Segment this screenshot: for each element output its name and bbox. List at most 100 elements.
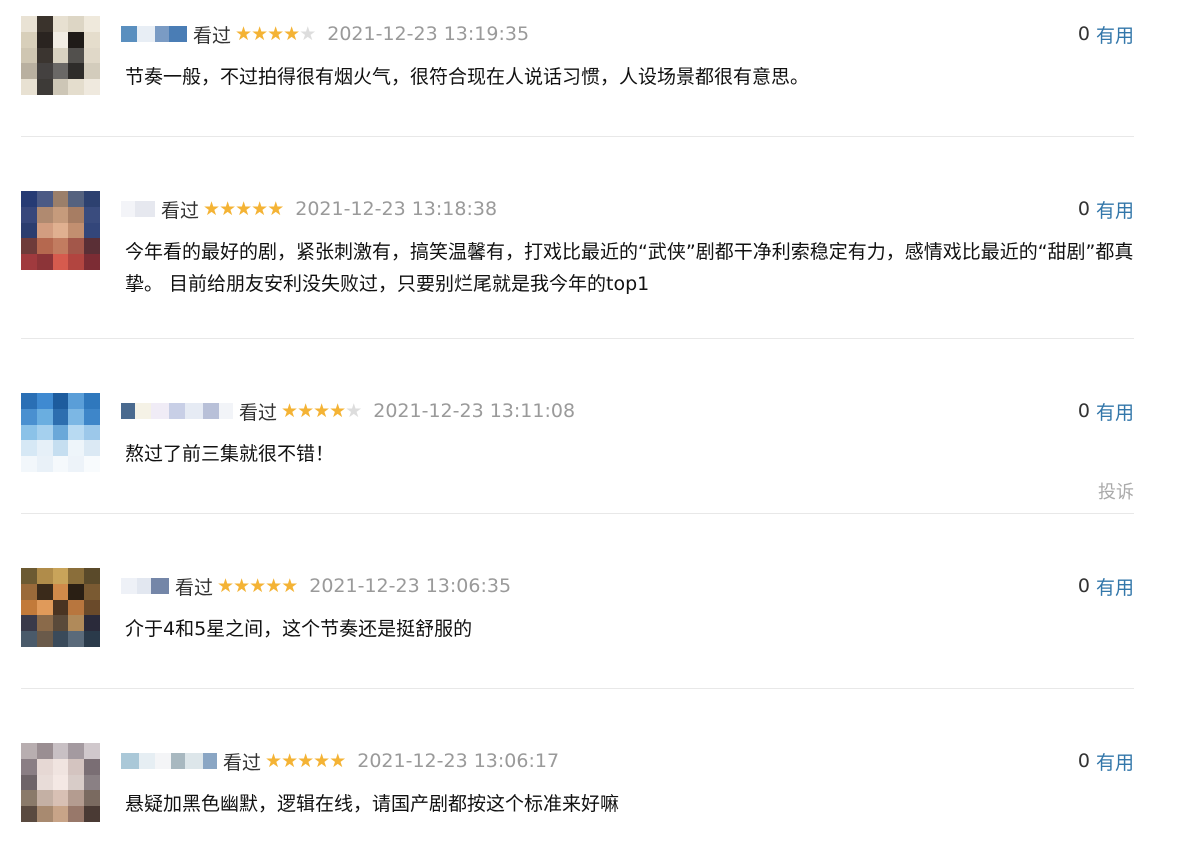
avatar-pixel xyxy=(21,790,37,807)
avatar-pixel xyxy=(21,743,37,759)
avatar-pixel xyxy=(36,615,53,632)
avatar-pixel xyxy=(84,47,100,64)
useful-button[interactable]: 有用 xyxy=(1096,196,1134,223)
comment-meta: 看过 ★ ★ ★ ★ ★ 2021-12-23 13:11:08 xyxy=(121,399,575,424)
avatar-pixel xyxy=(68,408,85,425)
star-icon: ★ xyxy=(249,574,266,597)
avatar-pixel xyxy=(36,774,53,791)
avatar-pixel xyxy=(84,222,100,239)
useful-button[interactable]: 有用 xyxy=(1096,21,1134,48)
avatar-pixel xyxy=(36,254,53,270)
star-icon: ★ xyxy=(281,399,298,422)
star-icon: ★ xyxy=(299,22,316,45)
username-blur-block xyxy=(137,26,155,42)
avatar-pixel xyxy=(21,615,37,632)
comment-time: 2021-12-23 13:06:17 xyxy=(357,750,560,772)
username-blur-block xyxy=(203,753,217,769)
avatar-pixel xyxy=(68,191,85,207)
watch-status: 看过 xyxy=(175,576,214,599)
avatar-pixel xyxy=(68,599,85,616)
avatar-pixel xyxy=(68,222,85,239)
avatar-pixel xyxy=(21,79,37,95)
comment-content: 介于4和5星之间，这个节奏还是挺舒服的 xyxy=(125,618,473,640)
avatar-pixel xyxy=(36,758,53,775)
avatar-pixel xyxy=(68,424,85,441)
vote-count: 0 xyxy=(1077,750,1090,772)
avatar-pixel xyxy=(21,254,37,270)
username-blur-block xyxy=(121,201,135,217)
avatar[interactable] xyxy=(21,16,100,95)
avatar-pixel xyxy=(84,63,100,80)
avatar-pixel xyxy=(36,238,53,255)
avatar-pixel xyxy=(36,568,53,584)
rating-stars: ★ ★ ★ ★ ★ xyxy=(217,574,298,597)
username-blur-block xyxy=(155,753,171,769)
avatar-pixel xyxy=(52,63,69,80)
avatar-pixel xyxy=(36,191,53,207)
username-blurred[interactable] xyxy=(121,753,217,769)
avatar[interactable] xyxy=(21,743,100,822)
comment-meta: 看过 ★ ★ ★ ★ ★ 2021-12-23 13:19:35 xyxy=(121,22,529,47)
comment-meta: 看过 ★ ★ ★ ★ ★ 2021-12-23 13:18:38 xyxy=(121,197,497,222)
username-blurred[interactable] xyxy=(121,403,233,419)
star-icon: ★ xyxy=(345,399,362,422)
avatar-pixel xyxy=(68,806,85,822)
avatar-pixel xyxy=(52,806,69,822)
rating-stars: ★ ★ ★ ★ ★ xyxy=(235,22,316,45)
avatar-pixel xyxy=(36,790,53,807)
avatar-pixel xyxy=(84,79,100,95)
vote-count: 0 xyxy=(1077,400,1090,422)
avatar-pixel xyxy=(52,254,69,270)
star-icon: ★ xyxy=(329,749,346,772)
avatar-pixel xyxy=(21,63,37,80)
avatar-pixel xyxy=(52,568,69,584)
watch-status: 看过 xyxy=(223,751,262,774)
star-icon: ★ xyxy=(217,574,234,597)
username-blur-block xyxy=(135,201,155,217)
report-button[interactable]: 投诉 xyxy=(1098,478,1134,504)
star-icon: ★ xyxy=(267,22,284,45)
divider xyxy=(21,688,1134,689)
avatar-pixel xyxy=(36,79,53,95)
username-blur-block xyxy=(185,753,203,769)
avatar-pixel xyxy=(68,206,85,223)
comment-meta: 看过 ★ ★ ★ ★ ★ 2021-12-23 13:06:35 xyxy=(121,574,511,599)
star-icon: ★ xyxy=(203,197,220,220)
username-blurred[interactable] xyxy=(121,26,187,42)
avatar-pixel xyxy=(84,16,100,32)
username-blur-block xyxy=(155,26,169,42)
avatar-pixel xyxy=(21,440,37,457)
avatar-pixel xyxy=(68,63,85,80)
avatar-pixel xyxy=(21,758,37,775)
watch-status: 看过 xyxy=(193,24,232,47)
avatar-pixel xyxy=(84,393,100,409)
vote-count: 0 xyxy=(1077,198,1090,220)
username-blurred[interactable] xyxy=(121,201,155,217)
avatar-pixel xyxy=(36,806,53,822)
avatar-pixel xyxy=(68,47,85,64)
avatar-pixel xyxy=(52,583,69,600)
watch-status: 看过 xyxy=(161,199,200,222)
star-icon: ★ xyxy=(251,197,268,220)
useful-button[interactable]: 有用 xyxy=(1096,573,1134,600)
avatar[interactable] xyxy=(21,568,100,647)
avatar[interactable] xyxy=(21,393,100,472)
username-blurred[interactable] xyxy=(121,578,169,594)
avatar-pixel xyxy=(36,631,53,647)
useful-button[interactable]: 有用 xyxy=(1096,748,1134,775)
avatar-pixel xyxy=(21,774,37,791)
avatar-pixel xyxy=(21,16,37,32)
comment-content: 今年看的最好的剧，紧张刺激有，搞笑温馨有，打戏比最近的“武侠”剧都干净利索稳定有… xyxy=(125,241,1134,295)
useful-button[interactable]: 有用 xyxy=(1096,398,1134,425)
avatar-pixel xyxy=(21,191,37,207)
avatar-pixel xyxy=(21,424,37,441)
avatar-pixel xyxy=(52,238,69,255)
avatar-pixel xyxy=(68,583,85,600)
avatar[interactable] xyxy=(21,191,100,270)
avatar-pixel xyxy=(36,47,53,64)
username-blur-block xyxy=(121,753,139,769)
avatar-pixel xyxy=(84,456,100,472)
star-icon: ★ xyxy=(313,749,330,772)
avatar-pixel xyxy=(84,206,100,223)
username-blur-block xyxy=(151,578,169,594)
